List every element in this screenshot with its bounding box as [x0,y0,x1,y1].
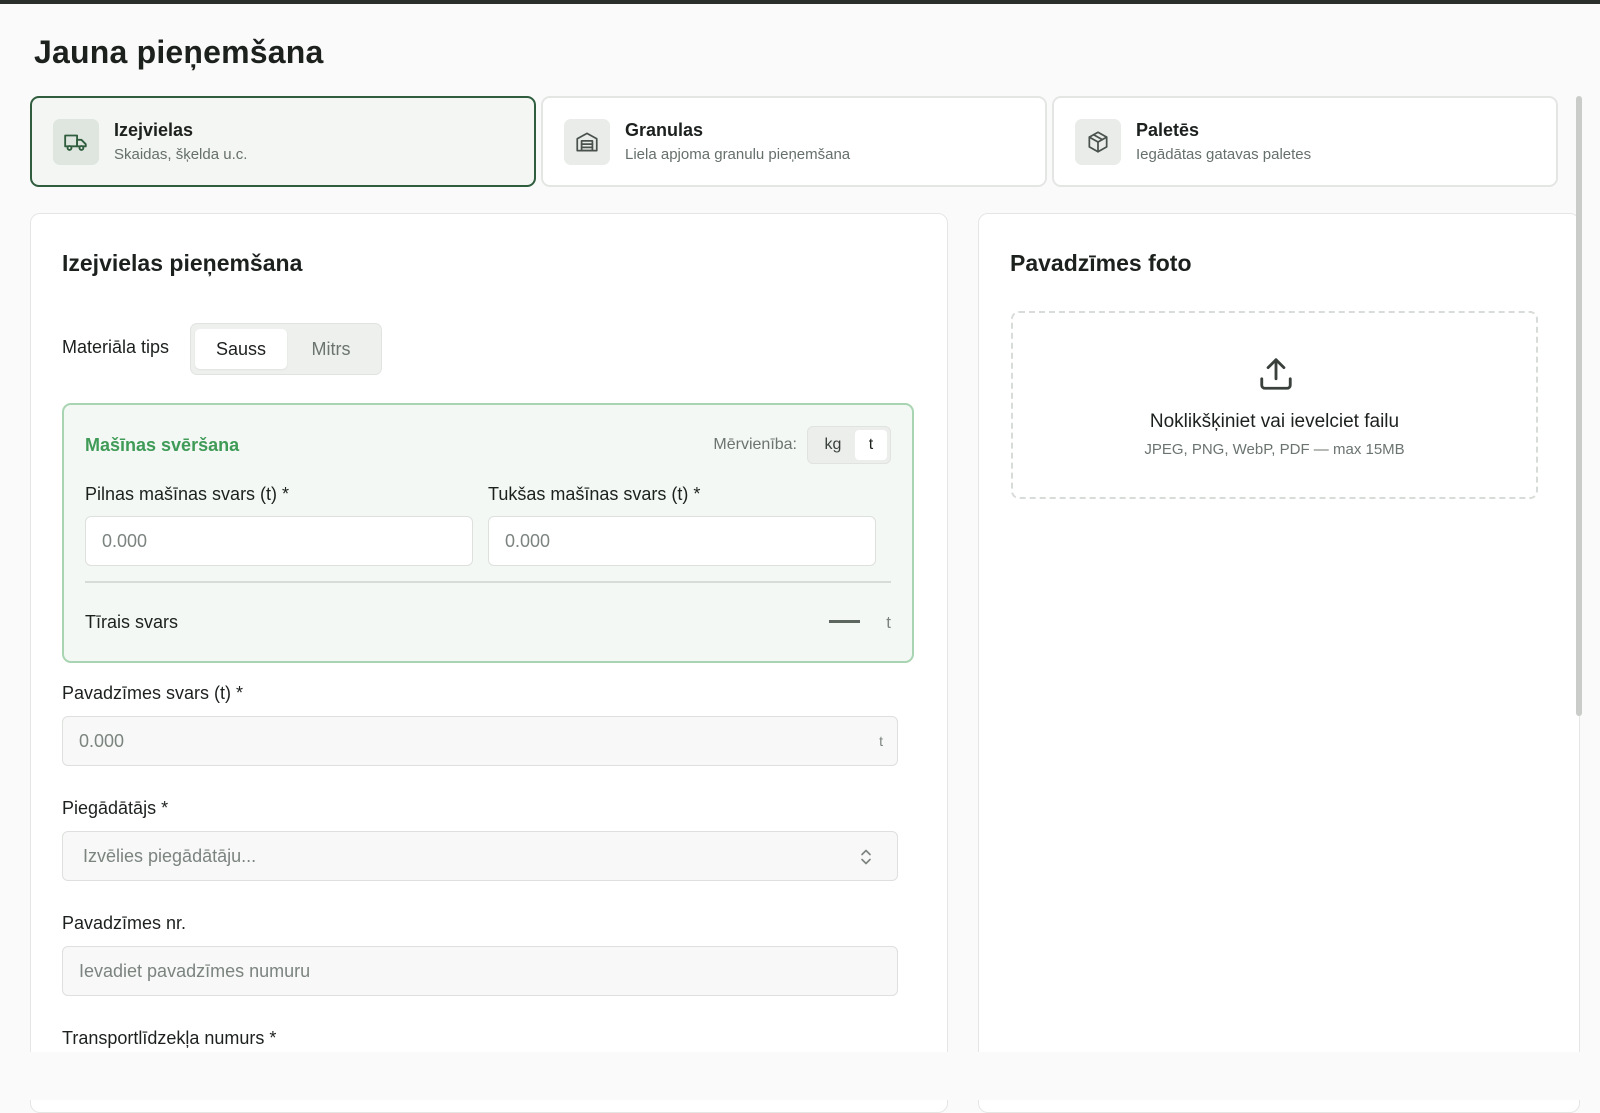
material-option-mitrs[interactable]: Mitrs [287,329,375,369]
weighing-section: Mašīnas svēršana Mērvienība: kg t Pilnas… [62,403,914,663]
unit-option-t[interactable]: t [855,430,887,460]
unit-option-kg[interactable]: kg [811,430,855,460]
scrollbar[interactable] [1576,96,1582,716]
photo-title: Pavadzīmes foto [1010,250,1192,276]
package-icon [1075,118,1121,165]
weighing-title: Mašīnas svēršana [85,435,240,455]
chevron-up-down-icon [859,848,873,871]
empty-weight-label: Tukšas mašīnas svars (t) * [488,484,701,504]
type-card-granulas[interactable]: Granulas Liela apjoma granulu pieņemšana [541,96,1047,187]
dropzone-hint: JPEG, PNG, WebP, PDF — max 15MB [1144,441,1405,458]
form-title: Izejvielas pieņemšana [62,250,303,276]
vehicle-number-label: Transportlīdzekļa numurs * [62,1028,277,1048]
page-title: Jauna pieņemšana [34,34,324,70]
full-weight-input[interactable]: 0.000 [85,516,473,566]
material-option-sauss[interactable]: Sauss [195,329,287,369]
invoice-number-input[interactable]: Ievadiet pavadzīmes numuru [62,946,898,996]
unit-label: Mērvienība: [713,436,797,453]
material-type-toggle: Sauss Mitrs [190,323,382,375]
invoice-weight-placeholder: 0.000 [79,730,125,751]
warehouse-icon [564,118,610,165]
type-desc: Liela apjoma granulu pieņemšana [625,146,851,163]
type-name: Izejvielas [114,120,194,140]
full-weight-label: Pilnas mašīnas svars (t) * [85,484,290,504]
invoice-weight-input[interactable]: 0.000 t [62,716,898,766]
type-card-izejvielas[interactable]: Izejvielas Skaidas, šķelda u.c. [30,96,536,187]
divider [85,581,891,583]
unit-toggle: kg t [807,426,891,464]
photo-panel: Pavadzīmes foto Noklikšķiniet vai ievelc… [978,213,1580,1113]
type-desc: Skaidas, šķelda u.c. [114,146,248,163]
material-type-label: Materiāla tips [62,337,170,357]
file-dropzone[interactable]: Noklikšķiniet vai ievelciet failu JPEG, … [1011,311,1538,499]
supplier-select[interactable]: Izvēlies piegādātāju... [62,831,898,881]
supplier-placeholder: Izvēlies piegādātāju... [83,845,257,866]
invoice-number-label: Pavadzīmes nr. [62,913,187,933]
net-weight-label: Tīrais svars [85,612,179,632]
type-name: Granulas [625,120,704,140]
form-panel: Izejvielas pieņemšana Materiāla tips Sau… [30,213,948,1113]
net-weight-unit: t [886,613,891,632]
type-name: Paletēs [1136,120,1200,140]
bottom-edge [0,1052,1600,1100]
type-desc: Iegādātas gatavas paletes [1136,146,1312,163]
invoice-weight-suffix: t [879,733,883,749]
empty-weight-input[interactable]: 0.000 [488,516,876,566]
top-bar [0,0,1600,4]
type-card-paletes[interactable]: Paletēs Iegādātas gatavas paletes [1052,96,1558,187]
upload-icon [1257,355,1295,398]
dropzone-text: Noklikšķiniet vai ievelciet failu [1149,411,1400,432]
truck-icon [53,118,99,165]
net-weight-value-dash [829,620,860,623]
invoice-weight-label: Pavadzīmes svars (t) * [62,683,244,703]
supplier-label: Piegādātājs * [62,798,169,818]
